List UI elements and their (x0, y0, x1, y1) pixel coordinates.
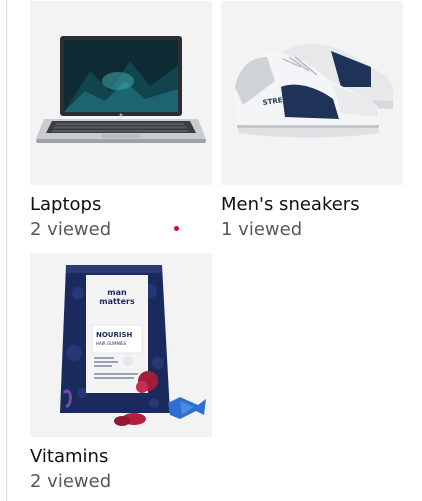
category-card-vitamins[interactable]: man matters NOURISH HAIR GUMMIES Vitamin… (30, 253, 212, 492)
category-label[interactable]: Vitamins (30, 446, 108, 468)
viewed-count: 2 viewed (30, 219, 112, 240)
viewed-count: 2 viewed (30, 471, 112, 492)
pack-brand-line1: man (107, 288, 127, 297)
category-card-laptops[interactable]: Laptops 2 viewed (30, 1, 212, 240)
viewed-count: 1 viewed (221, 219, 303, 240)
pack-subtitle: HAIR GUMMIES (96, 341, 127, 346)
sneaker-image[interactable]: STREET (221, 1, 403, 185)
laptop-image[interactable] (30, 1, 212, 185)
category-label[interactable]: Men's sneakers (221, 194, 360, 216)
vitamin-pack-image[interactable]: man matters NOURISH HAIR GUMMIES (30, 253, 212, 437)
pack-brand-line2: matters (99, 297, 135, 306)
new-indicator-dot (174, 226, 179, 231)
category-card-mens-sneakers[interactable]: STREET Men's sneakers 1 viewed (221, 1, 403, 240)
category-label[interactable]: Laptops (30, 194, 101, 216)
pack-title: NOURISH (96, 331, 133, 339)
left-divider (6, 0, 7, 501)
